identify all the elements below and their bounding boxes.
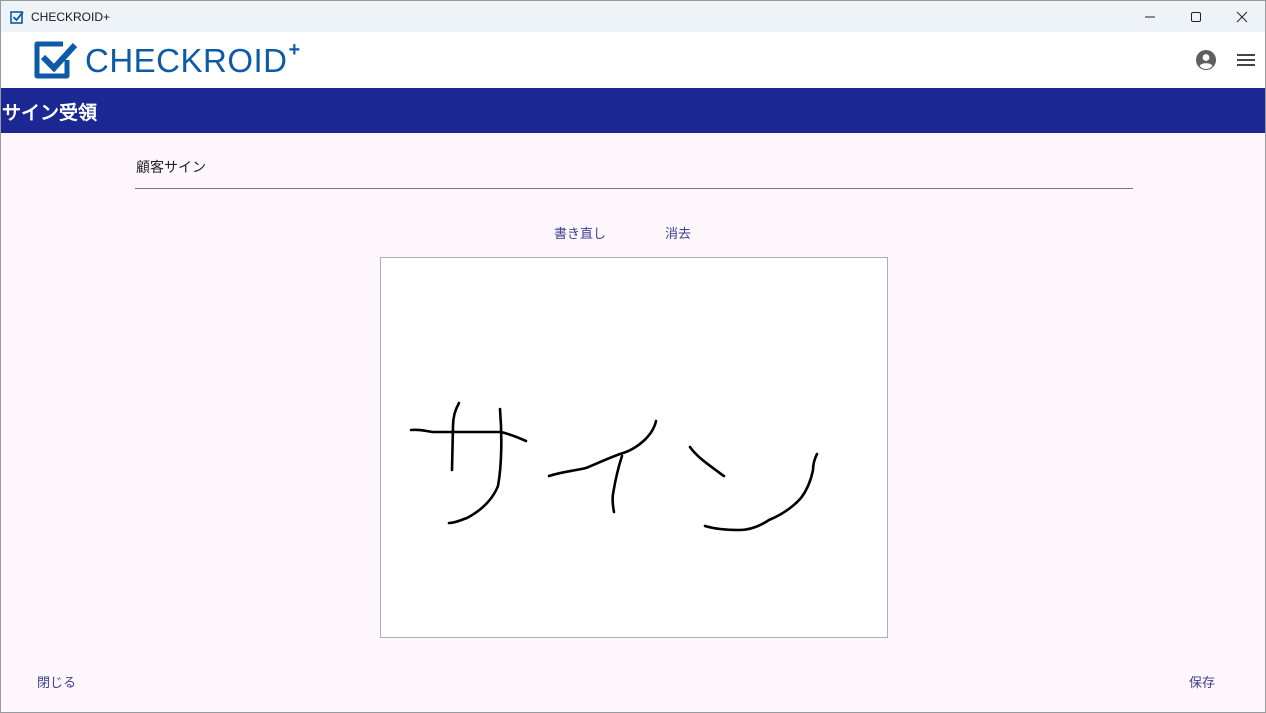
logo-plus: + <box>288 38 301 61</box>
minimize-button[interactable] <box>1127 1 1173 32</box>
minimize-icon <box>1145 16 1155 17</box>
close-button[interactable] <box>1219 1 1265 32</box>
app-header: CHECKROID + <box>1 32 1265 88</box>
page-title-bar: サイン受領 <box>1 88 1265 133</box>
window-title: CHECKROID+ <box>31 9 111 24</box>
customer-signature-label: 顧客サイン <box>136 160 206 176</box>
maximize-icon <box>1191 11 1201 22</box>
window-controls <box>1127 1 1265 32</box>
app-window: CHECKROID+ CHECKROID + サイン受領 顧客サイン 書き直し … <box>0 0 1266 713</box>
clear-button[interactable]: 消去 <box>665 223 691 242</box>
divider <box>135 188 1133 189</box>
hamburger-menu-icon[interactable] <box>1235 49 1257 71</box>
checkbox-logo-icon <box>34 41 77 79</box>
signature-canvas[interactable] <box>380 257 888 638</box>
page-title: サイン受領 <box>2 102 98 124</box>
maximize-button[interactable] <box>1173 1 1219 32</box>
close-icon <box>1236 11 1248 22</box>
close-dialog-button[interactable]: 閉じる <box>37 672 76 691</box>
logo-text: CHECKROID <box>85 41 288 79</box>
signature-strokes <box>409 401 819 532</box>
redraw-button[interactable]: 書き直し <box>554 223 606 242</box>
checkbox-logo-icon <box>10 10 24 24</box>
title-bar: CHECKROID+ <box>1 1 1265 32</box>
checkroid-logo: CHECKROID + <box>33 38 301 80</box>
account-circle-icon[interactable] <box>1195 49 1217 71</box>
save-button[interactable]: 保存 <box>1189 672 1215 691</box>
